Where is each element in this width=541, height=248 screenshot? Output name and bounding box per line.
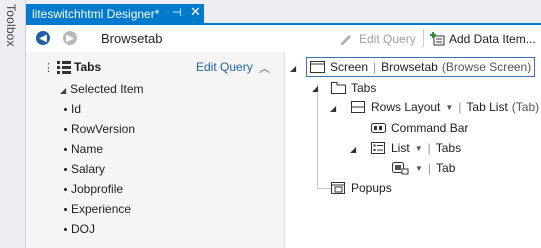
expanded-triangle-icon[interactable]: ◢	[60, 86, 66, 95]
close-icon[interactable]: ✕	[190, 4, 201, 20]
list-icon	[371, 142, 385, 154]
popups-label: Popups	[351, 181, 392, 195]
field-item[interactable]: RowVersion	[64, 122, 135, 136]
data-members-panel: ⋮ Tabs Edit Query ︿ ◢ Selected Item Id Ro…	[26, 52, 285, 248]
tree-node-tabs[interactable]: Tabs	[331, 79, 376, 97]
toolbox-label[interactable]: Toolbox	[4, 4, 18, 47]
back-button[interactable]: ◀	[36, 31, 50, 45]
rows-layout-label: Rows Layout	[371, 100, 441, 114]
selected-item-label: Selected Item	[70, 82, 144, 96]
collapse-caret-icon[interactable]: ︿	[259, 60, 270, 76]
screen-name: Browsetab	[101, 31, 163, 46]
bullet-icon	[64, 228, 67, 232]
list-source: Tabs	[435, 141, 462, 155]
command-bar-icon	[371, 123, 386, 133]
expanded-triangle-icon[interactable]: ◢	[312, 84, 318, 93]
field-label: DOJ	[71, 222, 95, 236]
rows-layout-icon	[351, 101, 365, 113]
tab-title: liteswitchhtml Designer*	[32, 7, 160, 21]
dropdown-arrow-icon[interactable]: ▼	[415, 164, 423, 173]
field-item[interactable]: Name	[64, 142, 103, 156]
designer-toolbar: ◀ ▶ Browsetab Edit Query Add Data Item..…	[26, 25, 541, 53]
arrow-left-icon: ◀	[39, 32, 47, 44]
bullet-icon	[64, 108, 67, 112]
add-data-item-button[interactable]: Add Data Item...	[430, 30, 536, 48]
tab-list-label: Tab List	[466, 100, 508, 114]
field-item[interactable]: Experience	[64, 202, 131, 216]
dropdown-arrow-icon[interactable]: ▼	[415, 144, 423, 153]
bullet-icon	[64, 128, 67, 132]
screen-tree-name: Browsetab	[381, 60, 438, 74]
field-label: Id	[71, 102, 82, 116]
add-data-item-icon	[430, 32, 445, 46]
field-label: Jobprofile	[71, 182, 124, 196]
screen-icon	[310, 61, 325, 73]
drag-handle-icon[interactable]: ⋮	[43, 61, 54, 74]
edit-query-link[interactable]: Edit Query	[196, 60, 253, 74]
dropdown-arrow-icon[interactable]: ▼	[445, 103, 453, 112]
tabs-label: Tabs	[351, 81, 377, 95]
edit-query-label: Edit Query	[359, 32, 416, 46]
screen-content-tree: ◢ Screen | Browsetab (Browse Screen) ◢ T…	[285, 52, 541, 248]
tab-list-type: (Tab)	[511, 100, 540, 114]
field-item[interactable]: Salary	[64, 162, 105, 176]
collection-title[interactable]: Tabs	[74, 60, 101, 74]
command-bar-label: Command Bar	[391, 121, 469, 135]
field-label: RowVersion	[71, 122, 136, 136]
bullet-icon	[64, 168, 67, 172]
pin-icon[interactable]: ⊣	[172, 6, 182, 19]
selected-item-node[interactable]: ◢ Selected Item	[60, 82, 144, 96]
field-label: Name	[71, 142, 104, 156]
tree-node-list[interactable]: List ▼ | Tabs	[371, 139, 461, 157]
bullet-icon	[64, 208, 67, 212]
field-label: Salary	[71, 162, 106, 176]
list-label: List	[391, 141, 410, 155]
tree-node-popups[interactable]: Popups	[331, 179, 392, 197]
field-item[interactable]: Id	[64, 102, 81, 116]
screen-node-box: Screen | Browsetab (Browse Screen)	[306, 57, 536, 77]
bullet-icon	[64, 148, 67, 152]
separator: |	[458, 100, 462, 114]
field-label: Experience	[71, 202, 132, 216]
tree-node-command-bar[interactable]: Command Bar	[371, 119, 468, 137]
field-item[interactable]: Jobprofile	[64, 182, 123, 196]
expanded-triangle-icon[interactable]: ◢	[350, 145, 356, 154]
toolbox-strip[interactable]: Toolbox	[0, 0, 26, 248]
tree-node-screen[interactable]: Screen | Browsetab (Browse Screen)	[306, 57, 536, 77]
expanded-triangle-icon[interactable]: ◢	[290, 64, 296, 73]
edit-query-icon	[341, 35, 351, 45]
popups-icon	[331, 182, 345, 194]
tab-designer[interactable]: liteswitchhtml Designer* ⊣ ✕	[26, 4, 204, 24]
screen-label: Screen	[330, 60, 369, 74]
toolbar-separator	[423, 29, 424, 47]
add-data-item-label: Add Data Item...	[449, 32, 536, 46]
screen-type: (Browse Screen)	[441, 60, 532, 74]
edit-query-button[interactable]: Edit Query	[339, 30, 416, 48]
panel-header: ⋮ Tabs Edit Query ︿	[26, 58, 284, 78]
arrow-right-icon: ▶	[66, 32, 74, 44]
tree-connector	[317, 84, 318, 188]
field-item[interactable]: DOJ	[64, 222, 95, 236]
tabs-icon	[331, 82, 346, 94]
tab-label: Tab	[436, 161, 456, 175]
tree-node-rows-layout[interactable]: Rows Layout ▼ | Tab List (Tab)	[351, 98, 539, 116]
tree-connector	[317, 188, 331, 189]
separator: |	[427, 161, 432, 175]
collection-icon	[57, 61, 71, 74]
forward-button[interactable]: ▶	[63, 31, 77, 45]
tree-node-tab[interactable]: ▼ | Tab	[391, 159, 455, 177]
bullet-icon	[64, 188, 67, 192]
separator: |	[373, 60, 377, 74]
summary-control-icon	[392, 162, 409, 175]
separator: |	[427, 141, 431, 155]
expanded-triangle-icon[interactable]: ◢	[330, 104, 336, 113]
